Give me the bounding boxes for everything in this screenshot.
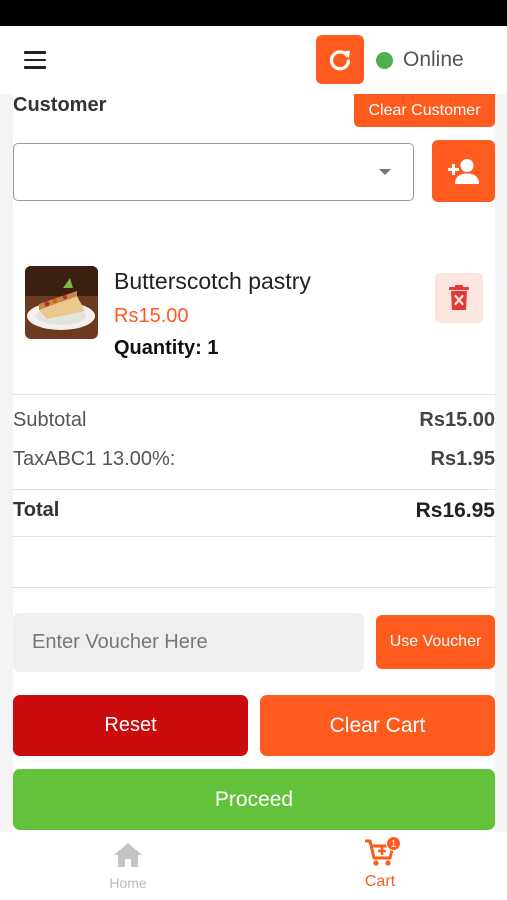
refresh-icon [329,49,351,70]
online-status-label: Online [403,48,464,71]
divider [13,587,495,588]
customer-select-dropdown[interactable] [13,143,414,201]
total-value: Rs16.95 [415,499,495,522]
subtotal-label: Subtotal [13,409,87,431]
delete-item-button[interactable] [435,273,483,323]
cart-item-quantity: Quantity: 1 [114,337,219,359]
hamburger-menu-icon[interactable] [24,51,46,69]
divider [13,394,495,395]
person-add-icon [447,159,479,184]
voucher-input[interactable] [13,613,364,672]
tax-value: Rs1.95 [430,448,496,470]
caret-down-icon [379,169,391,175]
divider [13,536,495,537]
clear-cart-button[interactable]: Clear Cart [260,695,495,756]
cart-count-badge: 1 [386,836,401,851]
online-status-dot [376,52,393,69]
device-status-bar [0,0,507,26]
nav-cart-tab[interactable]: 1 Cart [350,836,410,894]
nav-home-tab[interactable]: Home [98,842,158,894]
nav-home-label: Home [109,875,147,891]
cart-icon-wrapper: 1 [363,836,401,868]
pastry-photo-icon [25,266,98,339]
bottom-navigation: Home 1 Cart [0,832,507,900]
product-thumbnail [25,266,98,339]
app-bar: Online [0,26,507,94]
use-voucher-button[interactable]: Use Voucher [376,615,495,669]
cart-item-name: Butterscotch pastry [114,268,311,294]
add-customer-button[interactable] [432,140,495,202]
clear-customer-button[interactable]: Clear Customer [354,94,495,127]
trash-icon [449,285,469,310]
divider [13,489,495,490]
cart-item-price: Rs15.00 [114,305,189,327]
customer-section-title: Customer [13,94,107,116]
nav-cart-label: Cart [364,873,396,890]
refresh-button[interactable] [316,35,364,84]
subtotal-value: Rs15.00 [419,409,495,431]
proceed-button[interactable]: Proceed [13,769,495,830]
home-icon [114,843,142,867]
total-label: Total [13,499,60,521]
reset-button[interactable]: Reset [13,695,248,756]
tax-label: TaxABC1 13.00%: [13,448,176,470]
